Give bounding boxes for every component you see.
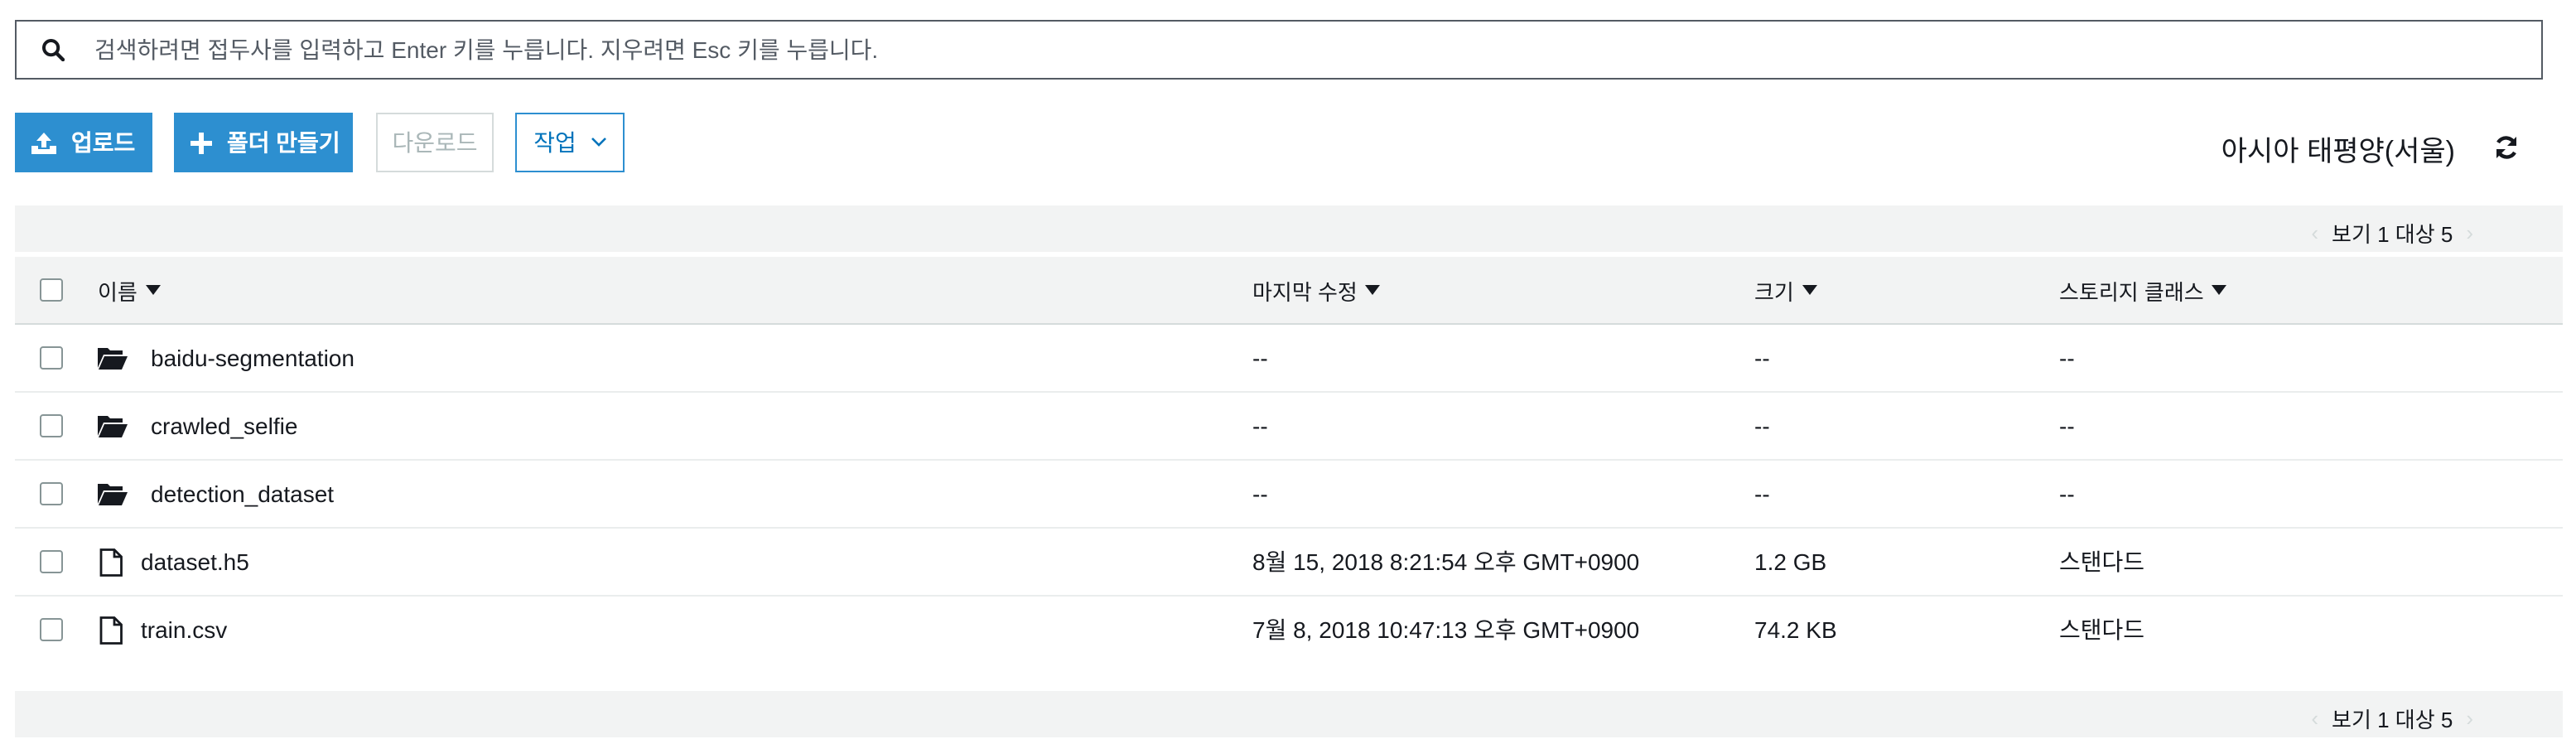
size-cell: 1.2 GB: [1754, 548, 1827, 575]
row-checkbox[interactable]: [40, 414, 63, 437]
size-cell: 74.2 KB: [1754, 616, 1837, 643]
table-row[interactable]: train.csv 7월 8, 2018 10:47:13 오후 GMT+090…: [15, 597, 2563, 663]
search-bar: [15, 20, 2543, 80]
column-header-size[interactable]: 크기: [1754, 257, 1817, 323]
column-header-storage-class-label: 스토리지 클래스: [2059, 279, 2204, 304]
size-cell: --: [1754, 413, 1770, 439]
sort-caret-icon: [1802, 285, 1817, 295]
chevron-right-icon[interactable]: ›: [2466, 706, 2473, 731]
column-header-last-modified[interactable]: 마지막 수정: [1252, 257, 1381, 323]
select-all-checkbox[interactable]: [40, 278, 63, 302]
pagination-label: 보기 1 대상 5: [2332, 708, 2453, 732]
table-header: 이름 마지막 수정 크기 스토리지 클래스: [15, 257, 2563, 325]
upload-button[interactable]: 업로드: [15, 113, 152, 172]
last-modified-cell: --: [1252, 413, 1268, 439]
refresh-icon[interactable]: [2493, 134, 2520, 161]
row-checkbox[interactable]: [40, 482, 63, 505]
plus-icon: [191, 132, 212, 153]
create-folder-button[interactable]: 폴더 만들기: [174, 113, 353, 172]
sort-caret-icon: [2212, 285, 2227, 295]
actions-dropdown[interactable]: 작업: [515, 113, 625, 172]
sort-caret-icon: [145, 285, 161, 295]
last-modified-cell: --: [1252, 481, 1268, 507]
last-modified-cell: --: [1252, 345, 1268, 371]
table-row[interactable]: baidu-segmentation -- -- --: [15, 325, 2563, 393]
chevron-down-icon: [591, 138, 606, 147]
object-name-link[interactable]: train.csv: [141, 616, 227, 643]
folder-icon: [98, 346, 128, 370]
search-icon: [42, 39, 65, 61]
objects-table: 이름 마지막 수정 크기 스토리지 클래스 baidu-segmentation…: [15, 257, 2563, 663]
file-icon: [98, 616, 124, 644]
upload-label: 업로드: [71, 129, 136, 156]
column-header-size-label: 크기: [1754, 279, 1794, 304]
row-checkbox[interactable]: [40, 618, 63, 641]
last-modified-cell: 7월 8, 2018 10:47:13 오후 GMT+0900: [1252, 616, 1640, 643]
actions-label: 작업: [533, 129, 576, 156]
download-label: 다운로드: [392, 129, 478, 156]
chevron-right-icon[interactable]: ›: [2466, 220, 2473, 245]
size-cell: --: [1754, 481, 1770, 507]
storage-class-cell: --: [2059, 481, 2075, 507]
pagination-bar-top: ‹ 보기 1 대상 5 ›: [15, 205, 2563, 252]
row-checkbox[interactable]: [40, 550, 63, 573]
folder-icon: [98, 482, 128, 505]
search-input[interactable]: [91, 35, 2541, 65]
object-name-link[interactable]: baidu-segmentation: [151, 345, 355, 371]
pagination: ‹ 보기 1 대상 5 ›: [2298, 217, 2487, 249]
column-header-last-modified-label: 마지막 수정: [1252, 279, 1358, 304]
object-name-link[interactable]: detection_dataset: [151, 481, 334, 507]
table-row[interactable]: detection_dataset -- -- --: [15, 461, 2563, 529]
create-folder-label: 폴더 만들기: [227, 129, 340, 156]
toolbar: 업로드 폴더 만들기 다운로드 작업 아시아 태평양(서울): [15, 113, 2561, 172]
chevron-left-icon[interactable]: ‹: [2311, 706, 2318, 731]
chevron-left-icon[interactable]: ‹: [2311, 220, 2318, 245]
object-name-link[interactable]: crawled_selfie: [151, 413, 297, 439]
s3-browser: 업로드 폴더 만들기 다운로드 작업 아시아 태평양(서울): [0, 0, 2576, 744]
storage-class-cell: 스탠다드: [2059, 616, 2145, 643]
sort-caret-icon: [1365, 285, 1381, 295]
pagination-bar-bottom: ‹ 보기 1 대상 5 ›: [15, 691, 2563, 737]
storage-class-cell: 스탠다드: [2059, 548, 2145, 575]
storage-class-cell: --: [2059, 345, 2075, 371]
upload-icon: [31, 132, 56, 153]
table-row[interactable]: dataset.h5 8월 15, 2018 8:21:54 오후 GMT+09…: [15, 529, 2563, 597]
column-header-name-label: 이름: [98, 279, 137, 304]
row-checkbox[interactable]: [40, 346, 63, 370]
pagination: ‹ 보기 1 대상 5 ›: [2298, 703, 2487, 734]
column-header-name[interactable]: 이름: [98, 257, 161, 323]
object-name-link[interactable]: dataset.h5: [141, 548, 249, 575]
pagination-label: 보기 1 대상 5: [2332, 222, 2453, 247]
last-modified-cell: 8월 15, 2018 8:21:54 오후 GMT+0900: [1252, 548, 1640, 575]
region-label: 아시아 태평양(서울): [2221, 136, 2455, 167]
table-row[interactable]: crawled_selfie -- -- --: [15, 393, 2563, 461]
file-icon: [98, 548, 124, 576]
column-header-storage-class[interactable]: 스토리지 클래스: [2059, 257, 2227, 323]
size-cell: --: [1754, 345, 1770, 371]
download-button[interactable]: 다운로드: [376, 113, 494, 172]
storage-class-cell: --: [2059, 413, 2075, 439]
folder-icon: [98, 414, 128, 437]
